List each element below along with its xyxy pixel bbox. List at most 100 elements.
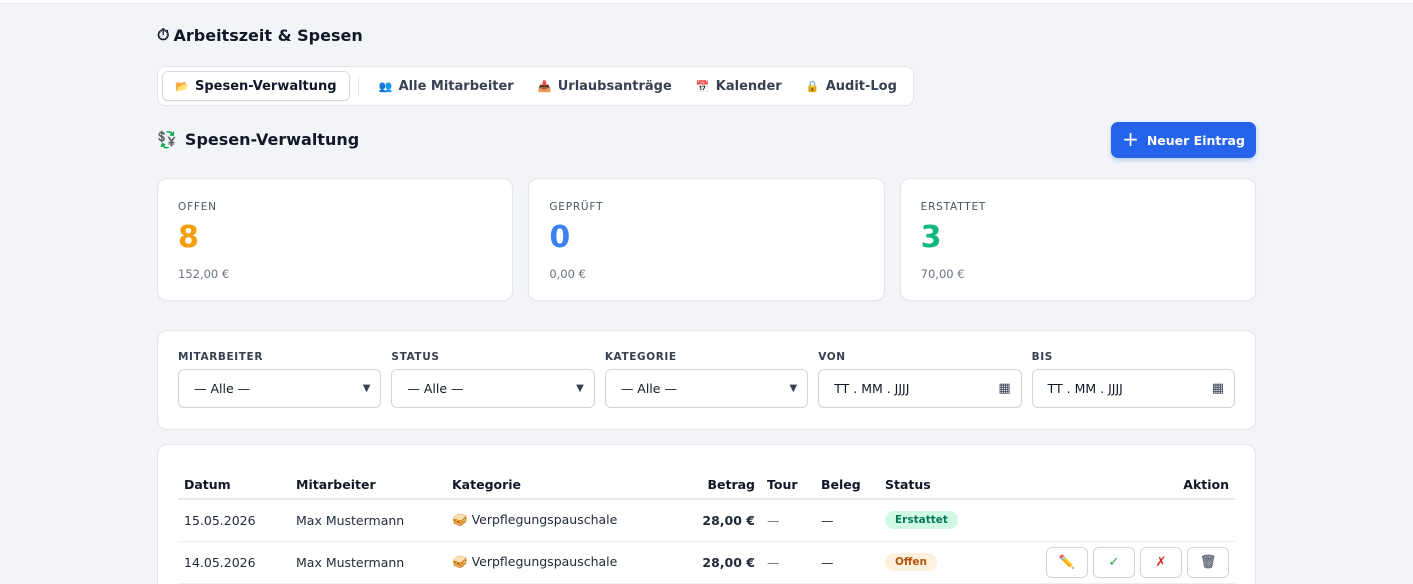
tab-divider xyxy=(357,77,359,95)
users-icon: 👥 xyxy=(378,79,393,93)
cross-icon: ✗ xyxy=(1155,554,1167,570)
header-betrag: Betrag xyxy=(646,470,761,500)
cell-kategorie: 🥪 Verpflegungspauschale xyxy=(446,541,646,584)
filter-von: VON TT . MM . JJJJ ▦ xyxy=(818,351,1022,429)
expenses-table: Datum Mitarbeiter Kategorie Betrag Tour … xyxy=(178,470,1235,584)
header-beleg: Beleg xyxy=(815,470,879,500)
tab-label: Kalender xyxy=(715,78,782,94)
stat-card-offen: OFFEN 8 152,00 € xyxy=(157,178,514,301)
cell-datum: 15.05.2026 xyxy=(178,499,290,542)
von-date-input[interactable]: TT . MM . JJJJ ▦ xyxy=(818,369,1022,408)
filter-panel: MITARBEITER — Alle — ▼ STATUS — Alle — ▼… xyxy=(157,330,1256,430)
tab-audit-log[interactable]: 🔒 Audit-Log xyxy=(794,71,909,101)
calendar-icon: 📅 xyxy=(695,79,710,93)
stat-value: 0 xyxy=(549,220,571,255)
stat-label: OFFEN xyxy=(178,201,217,213)
stat-card-erstattet: ERSTATTET 3 70,00 € xyxy=(899,178,1256,301)
tab-label: Urlaubsanträge xyxy=(557,78,672,94)
cell-mitarbeiter: Max Mustermann xyxy=(290,499,446,542)
currency-exchange-icon: 💱 xyxy=(157,130,177,149)
stat-value: 3 xyxy=(920,220,942,255)
edit-button[interactable]: ✏️ xyxy=(1046,546,1088,578)
tab-alle-mitarbeiter[interactable]: 👥 Alle Mitarbeiter xyxy=(367,71,526,101)
app-title-text: Arbeitszeit & Spesen xyxy=(173,25,363,45)
new-entry-button[interactable]: + Neuer Eintrag xyxy=(1111,122,1256,158)
status-select[interactable]: — Alle — ▼ xyxy=(391,369,595,408)
chevron-down-icon: ▼ xyxy=(362,383,371,394)
table-row[interactable]: 15.05.2026 Max Mustermann 🥪 Verpflegungs… xyxy=(178,499,1235,542)
stat-value: 8 xyxy=(178,220,199,255)
tab-bar: 📂 Spesen-Verwaltung 👥 Alle Mitarbeiter 📥… xyxy=(157,66,914,106)
cell-mitarbeiter: Max Mustermann xyxy=(290,541,446,584)
chevron-down-icon: ▼ xyxy=(789,383,798,394)
filter-kategorie: KATEGORIE — Alle — ▼ xyxy=(604,351,809,429)
stat-amount: 70,00 € xyxy=(920,267,965,281)
top-border xyxy=(0,0,1413,4)
filter-status: STATUS — Alle — ▼ xyxy=(391,351,595,429)
tab-label: Spesen-Verwaltung xyxy=(195,78,337,94)
cell-aktion: ✏️ ✓ ✗ 🗑 xyxy=(1029,541,1235,584)
filter-label: VON xyxy=(818,351,846,363)
pencil-icon: ✏️ xyxy=(1058,554,1076,570)
mitarbeiter-select[interactable]: — Alle — ▼ xyxy=(178,369,382,408)
approve-button[interactable]: ✓ xyxy=(1093,546,1135,578)
cell-datum: 14.05.2026 xyxy=(178,541,290,584)
new-entry-label: Neuer Eintrag xyxy=(1146,132,1245,148)
plus-icon: + xyxy=(1122,127,1139,151)
trash-icon: 🗑 xyxy=(1199,554,1217,570)
cell-aktion xyxy=(1029,499,1235,542)
cell-status: Offen xyxy=(879,541,1029,584)
expenses-table-card: Datum Mitarbeiter Kategorie Betrag Tour … xyxy=(157,444,1256,584)
chevron-down-icon: ▼ xyxy=(576,383,584,394)
bis-date-input[interactable]: TT . MM . JJJJ ▦ xyxy=(1031,369,1236,408)
cell-status: Erstattet xyxy=(879,499,1029,542)
header-aktion: Aktion xyxy=(1029,470,1235,500)
cell-tour: — xyxy=(761,499,815,542)
cell-beleg: — xyxy=(815,541,879,584)
date-placeholder: TT . MM . JJJJ xyxy=(1047,381,1123,396)
stat-card-geprueft: GEPRÜFT 0 0,00 € xyxy=(528,178,885,301)
row-actions: ✏️ ✓ ✗ 🗑 xyxy=(1035,546,1229,578)
lock-icon: 🔒 xyxy=(805,79,820,93)
status-badge: Offen xyxy=(885,553,938,571)
kategorie-text: Verpflegungspauschale xyxy=(471,512,618,528)
kategorie-text: Verpflegungspauschale xyxy=(471,554,618,569)
calendar-icon[interactable]: ▦ xyxy=(998,381,1010,396)
tab-label: Audit-Log xyxy=(825,78,897,94)
tab-spesen-verwaltung[interactable]: 📂 Spesen-Verwaltung xyxy=(162,71,350,101)
header-tour: Tour xyxy=(761,470,815,500)
select-value: — Alle — xyxy=(194,381,251,396)
delete-button[interactable]: 🗑 xyxy=(1187,546,1229,578)
filter-mitarbeiter: MITARBEITER — Alle — ▼ xyxy=(178,351,382,429)
filter-label: BIS xyxy=(1031,351,1053,363)
status-badge: Erstattet xyxy=(885,511,958,530)
header-datum: Datum xyxy=(178,470,290,500)
sandwich-icon: 🥪 xyxy=(452,512,468,528)
calendar-icon[interactable]: ▦ xyxy=(1212,381,1224,396)
filter-label: MITARBEITER xyxy=(178,351,264,363)
cell-kategorie: 🥪 Verpflegungspauschale xyxy=(446,499,646,542)
reject-button[interactable]: ✗ xyxy=(1140,546,1182,578)
cell-betrag: 28,00 € xyxy=(646,499,761,542)
stat-label: GEPRÜFT xyxy=(549,201,604,213)
tab-label: Alle Mitarbeiter xyxy=(398,78,514,94)
folder-icon: 📂 xyxy=(175,79,189,93)
check-icon: ✓ xyxy=(1108,554,1120,570)
select-value: — Alle — xyxy=(620,381,677,396)
kategorie-select[interactable]: — Alle — ▼ xyxy=(604,369,809,408)
section-title-text: Spesen-Verwaltung xyxy=(184,130,360,149)
tab-kalender[interactable]: 📅 Kalender xyxy=(684,71,794,101)
cell-betrag: 28,00 € xyxy=(646,541,761,584)
header-mitarbeiter: Mitarbeiter xyxy=(290,470,446,500)
filter-bis: BIS TT . MM . JJJJ ▦ xyxy=(1031,351,1236,429)
table-row[interactable]: 14.05.2026 Max Mustermann 🥪 Verpflegungs… xyxy=(178,541,1235,584)
cell-tour: — xyxy=(761,541,815,584)
tab-urlaubsantraege[interactable]: 📥 Urlaubsanträge xyxy=(526,71,684,101)
section-title: 💱 Spesen-Verwaltung xyxy=(157,130,359,149)
stat-label: ERSTATTET xyxy=(920,201,987,213)
header-status: Status xyxy=(879,470,1029,500)
stopwatch-icon: ⏱ xyxy=(157,25,170,44)
app-title: ⏱ Arbeitszeit & Spesen xyxy=(157,25,363,45)
sandwich-icon: 🥪 xyxy=(452,554,468,569)
filter-label: STATUS xyxy=(391,351,440,363)
